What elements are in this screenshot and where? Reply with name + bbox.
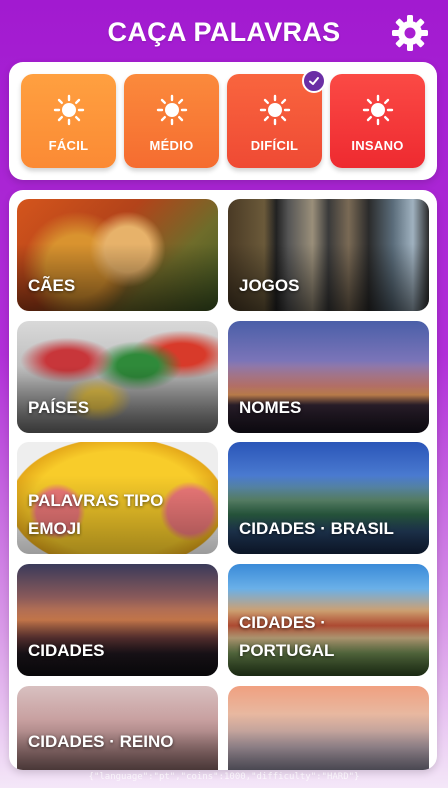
category-label-line1: CIDADES · <box>239 613 326 632</box>
selected-check-icon <box>302 69 326 93</box>
difficulty-label: FÁCIL <box>48 138 89 153</box>
category-tile-nomes[interactable]: NOMES <box>228 321 429 433</box>
sun-icon <box>362 94 393 126</box>
difficulty-hard-button[interactable]: DIFÍCIL <box>227 69 326 168</box>
app-header: CAÇA PALAVRAS <box>0 0 448 64</box>
category-tile-cidades-reino[interactable]: CIDADES · REINO <box>17 686 218 770</box>
category-label: JOGOS <box>239 276 300 295</box>
gear-icon[interactable] <box>390 13 430 53</box>
category-tile-palavras-tipo-emoji[interactable]: PALAVRAS TIPO EMOJI <box>17 442 218 554</box>
sun-icon <box>156 94 187 126</box>
category-label-line2: PORTUGAL <box>239 641 335 660</box>
tile-shade <box>228 686 429 770</box>
category-tile-city-skyline[interactable] <box>228 686 429 770</box>
difficulty-easy-button[interactable]: FÁCIL <box>21 74 116 168</box>
difficulty-insane-button[interactable]: INSANO <box>330 74 425 168</box>
category-tile-cidades-brasil[interactable]: CIDADES · BRASIL <box>228 442 429 554</box>
category-label: CIDADES · REINO <box>28 732 174 751</box>
category-tile-jogos[interactable]: JOGOS <box>228 199 429 311</box>
difficulty-label: MÉDIO <box>149 138 194 153</box>
difficulty-label: DIFÍCIL <box>250 138 299 153</box>
category-label: PALAVRAS TIPO EMOJI <box>28 487 210 543</box>
sun-icon <box>259 94 290 126</box>
difficulty-label: INSANO <box>351 138 404 153</box>
category-label: CÃES <box>28 276 76 295</box>
category-grid: CÃES JOGOS PAÍSES NOMES PALAVRAS TIPO EM… <box>9 190 437 770</box>
category-tile-cidades-portugal[interactable]: CIDADES · PORTUGAL <box>228 564 429 676</box>
difficulty-panel: FÁCIL MÉDIO DIFÍCIL INSANO <box>9 62 437 180</box>
category-label: CIDADES · BRASIL <box>239 519 394 538</box>
category-label: CIDADES <box>28 641 105 660</box>
category-label: PAÍSES <box>28 398 90 417</box>
category-tile-caes[interactable]: CÃES <box>17 199 218 311</box>
page-title: CAÇA PALAVRAS <box>107 16 341 47</box>
category-label-line2: EMOJI <box>28 519 81 538</box>
category-label-line1: PALAVRAS TIPO <box>28 491 164 510</box>
category-label: NOMES <box>239 398 302 417</box>
debug-text: {"language":"pt","coins":1000,"difficult… <box>88 772 360 782</box>
category-label: CIDADES · PORTUGAL <box>239 609 421 665</box>
category-tile-paises[interactable]: PAÍSES <box>17 321 218 433</box>
sun-icon <box>53 94 84 126</box>
difficulty-medium-button[interactable]: MÉDIO <box>124 74 219 168</box>
category-tile-cidades[interactable]: CIDADES <box>17 564 218 676</box>
